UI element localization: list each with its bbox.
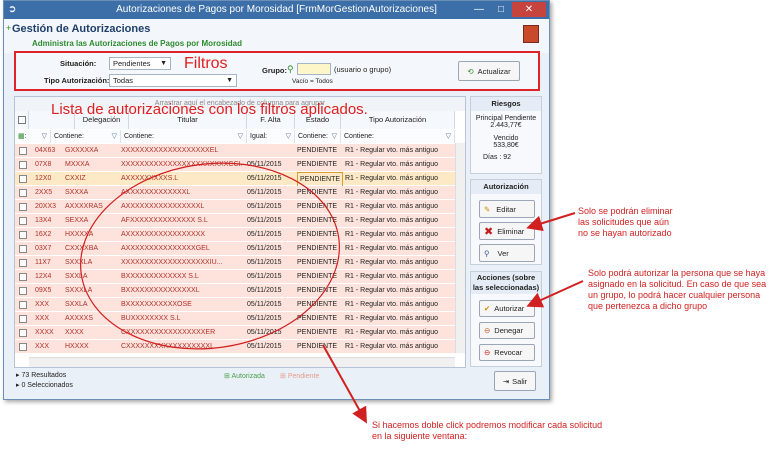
doble-click-note: Si hacemos doble click podremos modifica… <box>372 420 603 441</box>
eliminar-note: Solo se podrán eliminar las solicitudes … <box>578 206 673 238</box>
arrow-eliminar <box>526 212 576 232</box>
selection-ellipse <box>80 162 340 350</box>
autorizar-note: Solo podrá autorizar la persona que se h… <box>588 268 767 311</box>
arrow-autorizar <box>526 280 584 308</box>
arrow-doble-click <box>322 344 367 424</box>
